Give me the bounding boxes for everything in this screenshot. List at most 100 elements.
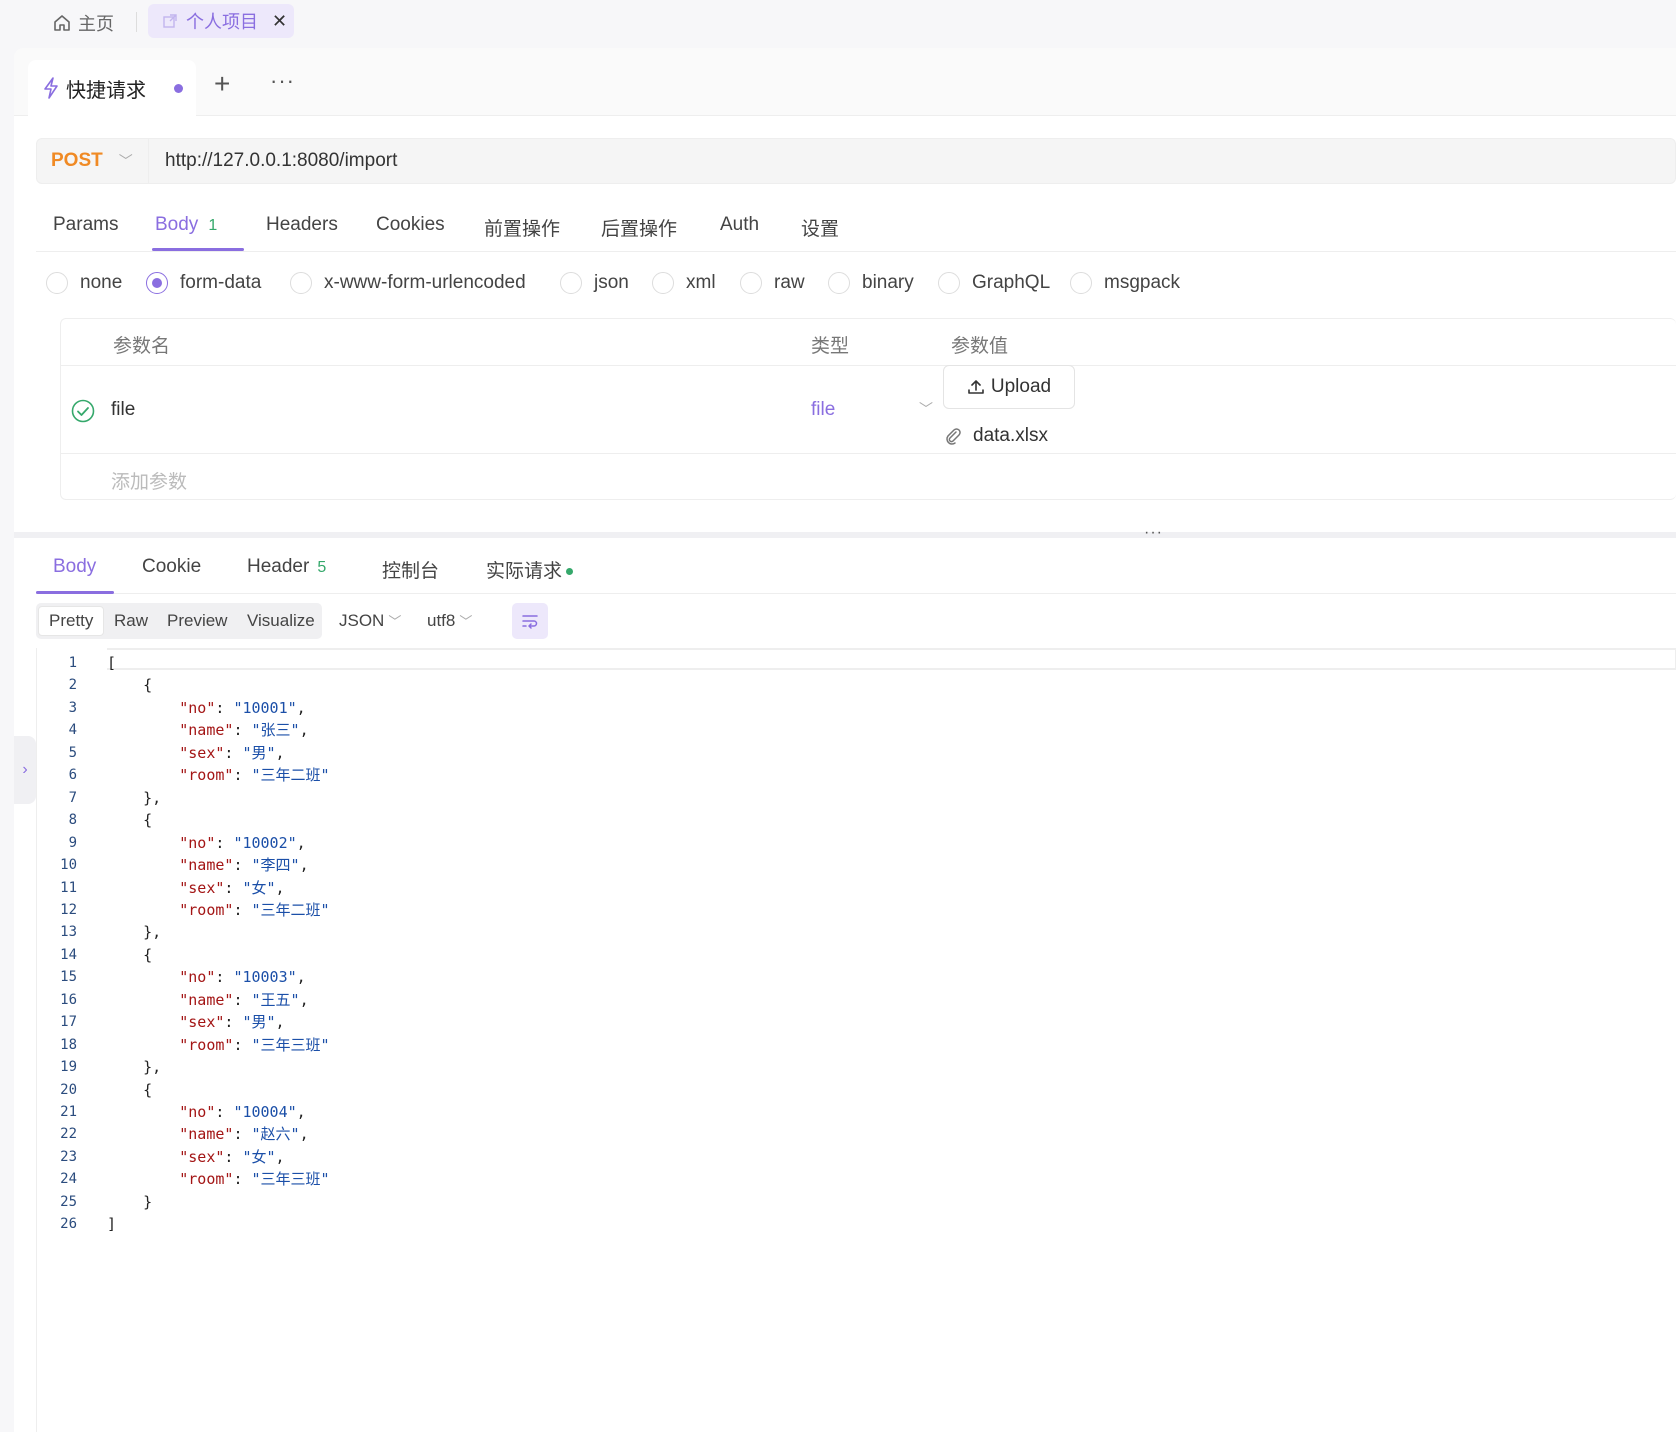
project-tab[interactable]: 个人项目 ✕ (148, 4, 294, 38)
response-tab-actual-request[interactable]: 实际请求 (486, 556, 574, 583)
code-line: { (107, 674, 152, 696)
tab-body[interactable]: Body 1 (155, 214, 217, 236)
radio-none[interactable]: none (46, 272, 122, 294)
code-line: "no": "10001", (107, 697, 305, 719)
chevron-down-icon[interactable]: ﹀ (919, 399, 933, 419)
radio-label: raw (774, 272, 805, 293)
view-mode-visualize[interactable]: Visualize (237, 606, 325, 636)
param-name-input[interactable]: file (111, 399, 135, 421)
json-punct: : (233, 991, 252, 1009)
response-tab-body[interactable]: Body (53, 556, 96, 578)
request-tab-quick[interactable]: 快捷请求 (28, 60, 196, 116)
upload-button-label: Upload (990, 376, 1052, 397)
word-wrap-button[interactable] (512, 603, 548, 639)
line-number: 2 (68, 677, 77, 693)
json-punct: }, (107, 789, 162, 807)
response-tab-header[interactable]: Header 5 (247, 556, 326, 578)
tab-pre-operations[interactable]: 前置操作 (484, 214, 560, 241)
line-number: 16 (60, 992, 77, 1008)
radio-circle (290, 272, 312, 294)
tab-cookies[interactable]: Cookies (376, 214, 445, 236)
tab-params[interactable]: Params (53, 214, 118, 236)
line-number: 8 (68, 812, 77, 828)
tab-auth-label: Auth (720, 214, 760, 235)
json-punct: { (107, 1081, 153, 1099)
param-type-select[interactable]: file (811, 399, 835, 421)
tab-auth[interactable]: Auth (720, 214, 759, 236)
radio-xml[interactable]: xml (652, 272, 716, 294)
json-punct (107, 1125, 179, 1143)
check-circle-icon[interactable] (71, 399, 95, 423)
line-number: 1 (68, 655, 77, 671)
encoding-select-value: utf8 (427, 611, 456, 630)
response-tab-console[interactable]: 控制台 (382, 556, 439, 583)
radio-label: json (594, 272, 629, 293)
radio-form-data[interactable]: form-data (146, 272, 261, 294)
json-punct: : (233, 1036, 252, 1054)
code-line: "sex": "男", (107, 742, 285, 764)
more-tabs-button[interactable]: ··· (270, 68, 295, 94)
code-line: "sex": "女", (107, 1146, 284, 1168)
chevron-right-icon[interactable]: › (14, 736, 36, 804)
encoding-select[interactable]: utf8 ﹀ (427, 611, 472, 631)
radio-circle (938, 272, 960, 294)
radio-binary[interactable]: binary (828, 272, 914, 294)
json-punct: , (275, 744, 285, 762)
format-select[interactable]: JSON ﹀ (339, 611, 401, 631)
upload-button[interactable]: Upload (943, 365, 1075, 409)
response-body-editor[interactable]: 1 2 3 4 5 6 7 8 9 10 11 12 13 14 15 16 17 18 19 20 21 22 23 24 2… (36, 648, 1676, 1432)
view-mode-preview[interactable]: Preview (157, 606, 237, 636)
home-tab[interactable]: 主页 (52, 8, 114, 38)
attached-file-name: data.xlsx (973, 425, 1048, 446)
column-header-type: 类型 (811, 336, 850, 357)
close-icon[interactable]: ✕ (272, 11, 287, 32)
radio-graphql[interactable]: GraphQL (938, 272, 1050, 294)
json-punct (107, 1013, 179, 1031)
home-tab-label: 主页 (78, 14, 114, 34)
tab-post-operations-label: 后置操作 (601, 219, 678, 240)
json-key: "room" (179, 1036, 234, 1054)
json-punct: : (215, 834, 234, 852)
response-tab-cookie[interactable]: Cookie (142, 556, 201, 578)
json-string: "李四" (251, 856, 300, 874)
word-wrap-icon (522, 615, 538, 629)
view-mode-pretty[interactable]: Pretty (38, 606, 105, 636)
radio-json[interactable]: json (560, 272, 629, 294)
radio-x-www-form-urlencoded[interactable]: x-www-form-urlencoded (290, 272, 526, 294)
tab-post-operations[interactable]: 后置操作 (601, 214, 677, 241)
panel-splitter[interactable] (14, 532, 1676, 538)
json-punct: : (233, 856, 252, 874)
json-key: "name" (179, 856, 234, 874)
code-line: "sex": "男", (107, 1011, 284, 1033)
tab-settings[interactable]: 设置 (801, 214, 839, 241)
row-divider (61, 453, 1676, 454)
status-dot (566, 568, 574, 576)
view-mode-raw[interactable]: Raw (104, 606, 158, 636)
tab-headers[interactable]: Headers (266, 214, 338, 236)
json-string: "张三" (251, 721, 300, 739)
method-select[interactable]: POST ﹀ (37, 139, 149, 183)
radio-raw[interactable]: raw (740, 272, 805, 294)
json-string: "男" (242, 744, 276, 762)
active-line-highlight (107, 648, 1676, 670)
json-key: "room" (179, 1170, 234, 1188)
view-mode-segmented: Pretty Raw Preview Visualize (36, 603, 322, 639)
json-key: "sex" (179, 879, 225, 897)
line-number: 5 (68, 745, 77, 761)
json-punct (107, 1170, 179, 1188)
new-tab-button[interactable]: + (214, 70, 230, 98)
code-line: { (107, 809, 152, 831)
attached-file[interactable]: data.xlsx (945, 425, 1048, 447)
response-tab-actual-request-label: 实际请求 (486, 561, 563, 582)
url-input[interactable]: http://127.0.0.1:8080/import (149, 150, 397, 172)
code-line: "no": "10003", (107, 966, 305, 988)
json-punct: : (224, 1148, 243, 1166)
splitter-handle[interactable]: ··· (1144, 524, 1163, 542)
add-param-input[interactable]: 添加参数 (111, 467, 187, 494)
radio-msgpack[interactable]: msgpack (1070, 272, 1180, 294)
request-tab-strip: 快捷请求 + ··· (14, 48, 1676, 116)
json-punct (107, 721, 179, 739)
json-key: "sex" (179, 1013, 225, 1031)
radio-circle (652, 272, 674, 294)
code-line: "sex": "女", (107, 877, 284, 899)
